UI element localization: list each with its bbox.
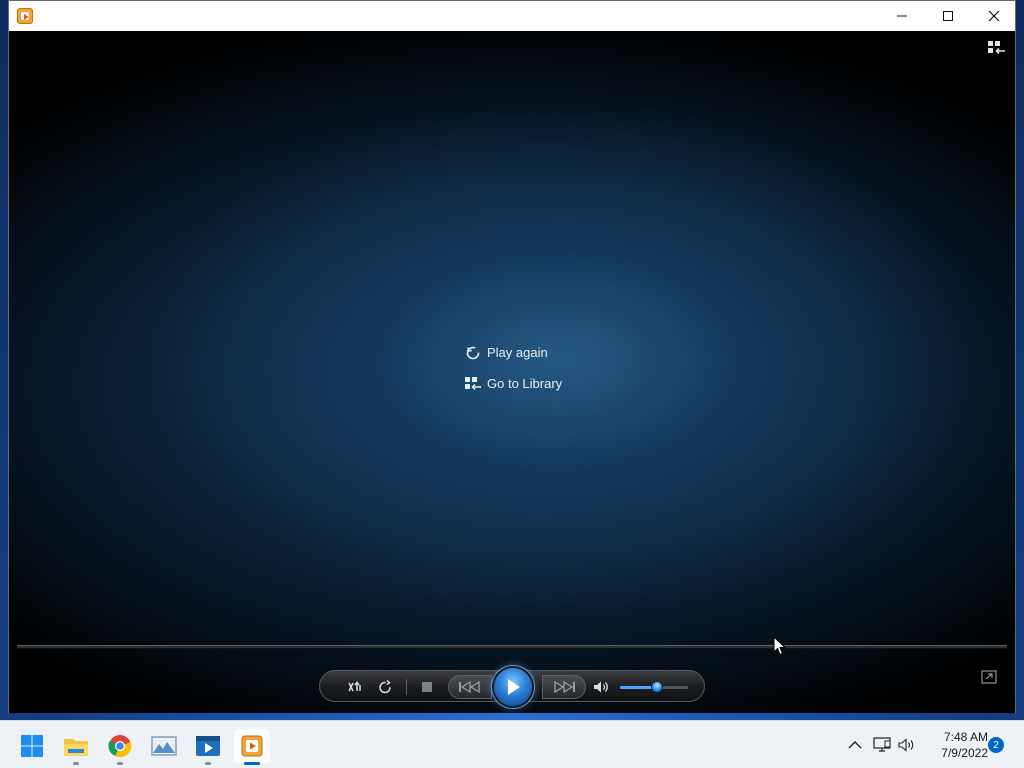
media-player-window: Play again Go to Library (8, 0, 1016, 713)
next-icon (554, 681, 575, 693)
app-icon[interactable] (17, 8, 33, 24)
network-button[interactable] (872, 735, 892, 755)
title-bar[interactable] (9, 1, 1015, 31)
stop-icon (422, 682, 432, 692)
play-button[interactable] (492, 666, 534, 708)
wmp-icon (241, 735, 263, 757)
running-indicator (73, 762, 79, 765)
maximize-button[interactable] (925, 1, 971, 31)
media-player-icon (196, 736, 220, 756)
notification-badge[interactable]: 2 (988, 737, 1004, 753)
speaker-icon (594, 681, 608, 693)
running-indicator (205, 762, 211, 765)
switch-to-library-button[interactable] (987, 39, 1007, 57)
clock-time: 7:48 AM (943, 730, 988, 744)
volume-slider[interactable] (620, 681, 688, 693)
folder-icon (64, 739, 88, 756)
fullscreen-button[interactable] (981, 669, 997, 684)
play-again-label: Play again (487, 345, 548, 360)
volume-icon (898, 738, 914, 752)
chevron-up-icon (848, 741, 862, 749)
library-icon (459, 375, 487, 393)
minimize-icon (897, 15, 907, 17)
photos-icon (151, 736, 177, 756)
maximize-icon (943, 11, 953, 21)
stop-button[interactable] (416, 671, 438, 703)
taskbar-windows-media-player[interactable] (234, 729, 270, 765)
now-playing-area[interactable]: Play again Go to Library (9, 31, 1015, 713)
seek-bar[interactable] (17, 645, 1007, 649)
start-button[interactable] (14, 729, 50, 763)
switch-to-library-icon (988, 41, 1005, 55)
repeat-button[interactable] (372, 671, 398, 703)
go-to-library-option[interactable]: Go to Library (459, 368, 562, 399)
shuffle-icon (348, 681, 361, 692)
clock-date: 7/9/2022 (941, 746, 988, 760)
taskbar-chrome[interactable] (102, 729, 138, 765)
taskbar: 7:48 AM 7/9/2022 2 (0, 720, 1024, 768)
replay-icon (459, 344, 487, 362)
repeat-icon (379, 679, 391, 694)
volume-thumb[interactable] (651, 681, 664, 693)
play-icon (508, 679, 520, 695)
running-indicator (244, 762, 260, 765)
network-icon (873, 737, 891, 752)
taskbar-media-player[interactable] (190, 729, 226, 765)
shuffle-button[interactable] (342, 671, 368, 703)
next-button[interactable] (542, 671, 586, 703)
taskbar-file-explorer[interactable] (58, 729, 94, 765)
mute-button[interactable] (588, 671, 614, 703)
play-again-option[interactable]: Play again (459, 337, 562, 368)
previous-button[interactable] (448, 671, 492, 703)
playback-controls (319, 666, 705, 708)
minimize-button[interactable] (879, 1, 925, 31)
go-to-library-label: Go to Library (487, 376, 563, 391)
close-icon (988, 10, 1000, 22)
controls-separator (406, 679, 407, 695)
running-indicator (117, 762, 123, 765)
windows-start-icon (21, 735, 43, 757)
previous-icon (459, 681, 480, 693)
show-hidden-icons-button[interactable] (845, 735, 865, 755)
mouse-cursor-icon (773, 636, 787, 656)
end-of-playback-menu: Play again Go to Library (459, 337, 562, 399)
fullscreen-icon (981, 670, 997, 684)
volume-button[interactable] (897, 735, 917, 755)
clock[interactable]: 7:48 AM 7/9/2022 (926, 729, 988, 761)
chrome-icon (108, 735, 132, 758)
taskbar-photos[interactable] (146, 729, 182, 763)
close-button[interactable] (971, 1, 1017, 31)
